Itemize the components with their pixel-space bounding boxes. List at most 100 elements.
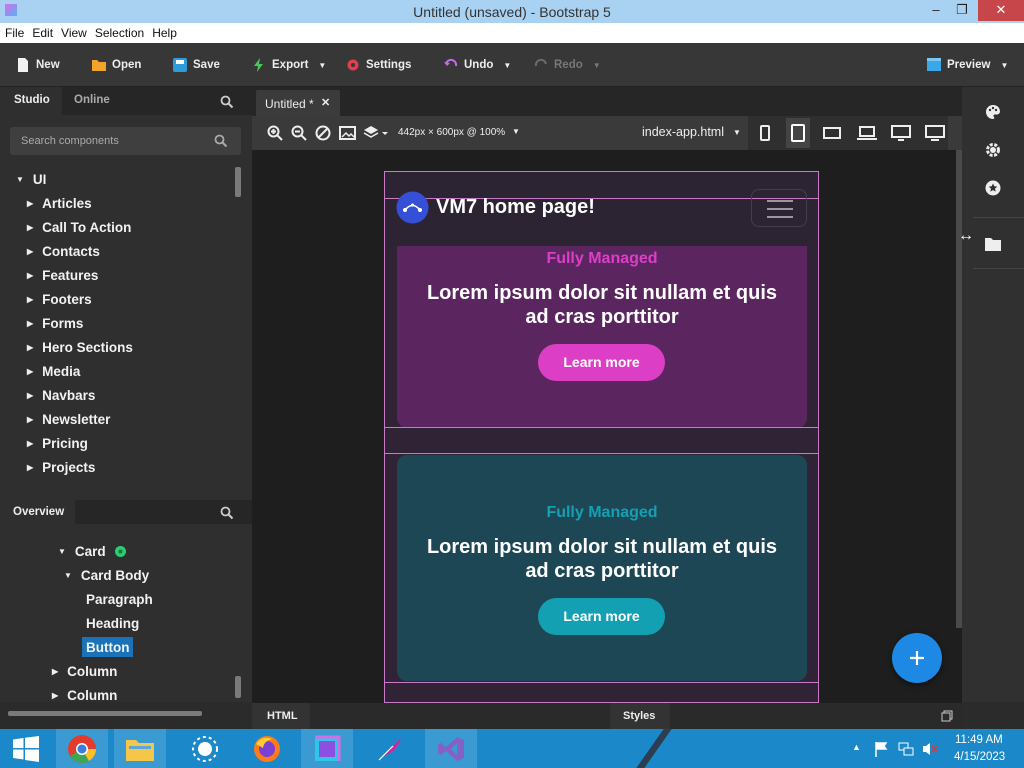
- taskbar-firefox[interactable]: [241, 729, 293, 768]
- image-icon[interactable]: [339, 125, 356, 141]
- overview-node-column[interactable]: ▶ Column: [52, 684, 117, 706]
- feature-card[interactable]: Fully Managed Lorem ipsum dolor sit null…: [397, 455, 807, 681]
- component-category[interactable]: ▶ Footers: [27, 288, 92, 310]
- settings-button[interactable]: Settings: [346, 55, 411, 75]
- new-button[interactable]: New: [16, 55, 60, 75]
- component-category[interactable]: ▶ Projects: [27, 456, 95, 478]
- rotate-icon[interactable]: [315, 125, 331, 141]
- search-icon[interactable]: [220, 506, 234, 520]
- close-tab-icon[interactable]: ✕: [321, 96, 330, 109]
- search-icon[interactable]: [220, 95, 234, 109]
- component-category[interactable]: ▶ Call To Action: [27, 216, 131, 238]
- feature-card[interactable]: Fully Managed Lorem ipsum dolor sit null…: [397, 246, 807, 428]
- undo-button[interactable]: Undo ▼: [444, 55, 511, 75]
- navbar-toggler[interactable]: [751, 189, 807, 227]
- card-heading: Lorem ipsum dolor sit nullam et quis ad …: [426, 282, 778, 328]
- menu-edit[interactable]: Edit: [27, 23, 56, 40]
- brand-logo-icon[interactable]: [396, 191, 429, 224]
- component-category[interactable]: ▶ Hero Sections: [27, 336, 133, 358]
- clock-date[interactable]: 4/15/2023: [954, 751, 1005, 763]
- overview-scrollbar-h[interactable]: [8, 711, 202, 716]
- file-select[interactable]: index-app.html: [642, 125, 724, 139]
- layers-icon[interactable]: [363, 125, 389, 141]
- menu-help[interactable]: Help: [147, 23, 180, 40]
- zoom-out-icon[interactable]: [291, 125, 307, 141]
- palette-icon[interactable]: [985, 104, 1001, 120]
- menu-file[interactable]: File: [0, 23, 27, 40]
- redo-button[interactable]: Redo ▼: [534, 55, 601, 75]
- component-category[interactable]: ▶ Newsletter: [27, 408, 110, 430]
- tree-root-ui[interactable]: ▼ UI: [16, 168, 46, 190]
- component-category[interactable]: ▶ Pricing: [27, 432, 88, 454]
- minimize-button[interactable]: –: [922, 0, 950, 21]
- component-category[interactable]: ▶ Navbars: [27, 384, 95, 406]
- overview-node-column[interactable]: ▶ Column: [52, 660, 117, 682]
- tab-styles[interactable]: Styles: [610, 703, 670, 729]
- menu-view[interactable]: View: [56, 23, 90, 40]
- taskbar-file-explorer[interactable]: [114, 729, 166, 768]
- close-button[interactable]: ✕: [978, 0, 1024, 21]
- export-button[interactable]: Export ▼: [252, 55, 326, 75]
- caret-right-icon: ▶: [52, 690, 59, 700]
- visual-studio-icon: [438, 736, 464, 761]
- overview-node-card-body[interactable]: ▼ Card Body: [64, 564, 149, 586]
- taskbar-chrome[interactable]: [56, 729, 108, 768]
- save-button[interactable]: Save: [173, 55, 220, 75]
- expand-panel-icon[interactable]: [941, 710, 953, 722]
- desktop-icon[interactable]: [891, 125, 911, 141]
- component-category[interactable]: ▶ Features: [27, 264, 98, 286]
- tab-online[interactable]: Online: [74, 94, 110, 106]
- zoom-in-icon[interactable]: [267, 125, 283, 141]
- overview-node-paragraph[interactable]: Paragraph: [86, 588, 153, 610]
- star-badge-icon[interactable]: [985, 180, 1001, 196]
- tab-overview[interactable]: Overview: [0, 500, 75, 524]
- overview-node-card[interactable]: ▼ Card: [58, 540, 127, 562]
- viewport-size-label[interactable]: 442px × 600px @ 100%: [398, 127, 505, 138]
- component-category[interactable]: ▶ Forms: [27, 312, 83, 334]
- caret-down-icon: ▼: [16, 174, 24, 184]
- volume-muted-icon[interactable]: [922, 741, 938, 757]
- chevron-down-icon[interactable]: ▼: [733, 128, 741, 137]
- components-scrollbar[interactable]: [235, 167, 241, 197]
- overview-scrollbar-v[interactable]: [235, 676, 241, 698]
- overview-node-button[interactable]: Button: [82, 637, 134, 657]
- brand-title[interactable]: VM7 home page!: [436, 196, 595, 219]
- preview-scrollbar[interactable]: [818, 467, 819, 523]
- title-bar: Untitled (unsaved) - Bootstrap 5 – ❐ ✕: [0, 0, 1024, 23]
- start-button[interactable]: [0, 729, 52, 768]
- menu-selection[interactable]: Selection: [90, 23, 147, 40]
- widescreen-icon[interactable]: [925, 125, 945, 141]
- action-center-flag-icon[interactable]: [874, 741, 890, 757]
- component-category[interactable]: ▶ Articles: [27, 192, 92, 214]
- taskbar-app-feather[interactable]: [364, 729, 416, 768]
- taskbar-visual-studio[interactable]: [425, 729, 477, 768]
- gear-icon[interactable]: [985, 142, 1001, 158]
- add-button[interactable]: [892, 633, 942, 683]
- tablet-landscape-icon[interactable]: [823, 126, 841, 140]
- tab-studio[interactable]: Studio: [0, 87, 62, 115]
- phone-large-icon[interactable]: [790, 124, 806, 142]
- phone-icon[interactable]: [759, 125, 771, 141]
- learn-more-button[interactable]: Learn more: [538, 344, 665, 381]
- tray-overflow-icon[interactable]: ▲: [852, 742, 861, 752]
- overview-node-heading[interactable]: Heading: [86, 612, 139, 634]
- taskbar-bootstrap-studio[interactable]: [301, 729, 353, 768]
- tab-html[interactable]: HTML: [252, 703, 310, 729]
- component-search-input[interactable]: Search components: [10, 127, 241, 155]
- taskbar-app-sun[interactable]: [179, 729, 231, 768]
- clock-time[interactable]: 11:49 AM: [955, 734, 1003, 746]
- chevron-down-icon[interactable]: ▼: [512, 127, 520, 136]
- maximize-button[interactable]: ❐: [948, 0, 976, 21]
- component-category[interactable]: ▶ Contacts: [27, 240, 100, 262]
- open-button[interactable]: Open: [92, 55, 141, 75]
- tab-untitled[interactable]: Untitled * ✕: [256, 90, 340, 116]
- taskbar-decoration: [636, 729, 704, 768]
- network-icon[interactable]: [898, 741, 914, 757]
- laptop-icon[interactable]: [857, 126, 877, 140]
- chevron-down-icon: ▼: [1000, 60, 1009, 70]
- component-category[interactable]: ▶ Media: [27, 360, 80, 382]
- files-tab[interactable]: [973, 217, 1024, 269]
- preview-button[interactable]: Preview ▼: [927, 55, 1008, 75]
- learn-more-button[interactable]: Learn more: [538, 598, 665, 635]
- device-preview[interactable]: VM7 home page! Fully Managed Lorem ipsum…: [384, 171, 819, 703]
